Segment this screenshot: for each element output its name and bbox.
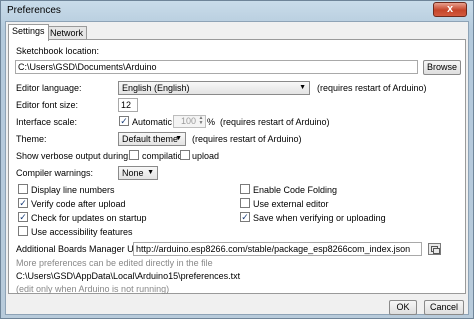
more-preferences-note: More preferences can be edited directly …	[16, 258, 213, 268]
tab-settings[interactable]: Settings	[8, 24, 49, 41]
spin-down-icon: ▼	[198, 120, 204, 126]
boards-url-field[interactable]: http://arduino.esp8266.com/stable/packag…	[133, 242, 422, 256]
edit-only-note: (edit only when Arduino is not running)	[16, 284, 170, 294]
chevron-down-icon: ▼	[175, 135, 182, 142]
cancel-button[interactable]: Cancel	[424, 300, 464, 315]
sketchbook-label: Sketchbook location:	[16, 46, 100, 56]
dialog-body: Settings Network Sketchbook location: C:…	[5, 21, 469, 315]
save-when-verifying-label: Save when verifying or uploading	[253, 213, 386, 223]
theme-note: (requires restart of Arduino)	[192, 134, 302, 144]
upload-checkbox[interactable]	[180, 150, 190, 160]
settings-panel: Sketchbook location: C:\Users\GSD\Docume…	[8, 39, 466, 294]
verbose-output-label: Show verbose output during:	[16, 151, 131, 161]
display-line-numbers-checkbox[interactable]	[18, 184, 28, 194]
external-editor-checkbox[interactable]	[240, 198, 250, 208]
spinner-arrows-icon: ▲ ▼	[197, 116, 205, 127]
code-folding-label: Enable Code Folding	[253, 185, 338, 195]
upload-label: upload	[192, 151, 220, 161]
open-url-list-icon[interactable]	[428, 243, 441, 255]
compiler-warnings-select[interactable]: None ▼	[118, 166, 158, 180]
verify-after-upload-checkbox[interactable]: ✓	[18, 198, 28, 208]
automatic-scale-checkbox[interactable]: ✓	[119, 116, 129, 126]
chevron-down-icon: ▼	[299, 84, 306, 91]
interface-scale-label: Interface scale:	[16, 117, 78, 127]
theme-select[interactable]: Default theme ▼	[118, 132, 186, 146]
tab-network[interactable]: Network	[46, 26, 88, 40]
browse-button[interactable]: Browse	[423, 60, 461, 75]
window-title: Preferences	[7, 5, 61, 16]
font-size-label: Editor font size:	[16, 100, 79, 110]
compilation-checkbox[interactable]	[129, 150, 139, 160]
title-bar[interactable]: Preferences x	[1, 1, 473, 21]
code-folding-checkbox[interactable]	[240, 184, 250, 194]
interface-scale-note: (requires restart of Arduino)	[220, 117, 330, 127]
editor-language-note: (requires restart of Arduino)	[317, 83, 427, 93]
check-updates-checkbox[interactable]: ✓	[18, 212, 28, 222]
verify-after-upload-label: Verify code after upload	[31, 199, 126, 209]
interface-scale-spinner: 100 ▲ ▼	[173, 115, 206, 128]
check-updates-label: Check for updates on startup	[31, 213, 147, 223]
editor-language-label: Editor language:	[16, 83, 82, 93]
chevron-down-icon: ▼	[147, 169, 154, 176]
editor-language-value: English (English)	[122, 83, 190, 93]
preferences-window: Preferences x Settings Network Sketchboo…	[0, 0, 474, 319]
preferences-file-path: C:\Users\GSD\AppData\Local\Arduino15\pre…	[16, 271, 241, 281]
accessibility-checkbox[interactable]	[18, 226, 28, 236]
scale-value: 100	[180, 116, 196, 126]
close-button[interactable]: x	[433, 2, 467, 17]
external-editor-label: Use external editor	[253, 199, 329, 209]
theme-value: Default theme	[122, 134, 179, 144]
display-line-numbers-label: Display line numbers	[31, 185, 115, 195]
ok-button[interactable]: OK	[389, 300, 417, 315]
sketchbook-location-field[interactable]: C:\Users\GSD\Documents\Arduino	[15, 60, 418, 74]
scale-unit: %	[207, 117, 216, 127]
compiler-warnings-label: Compiler warnings:	[16, 168, 94, 178]
accessibility-label: Use accessibility features	[31, 227, 133, 237]
font-size-field[interactable]: 12	[118, 98, 138, 112]
boards-url-label: Additional Boards Manager URLs:	[16, 244, 153, 254]
automatic-label: Automatic	[132, 117, 173, 127]
editor-language-select[interactable]: English (English) ▼	[118, 81, 310, 95]
compiler-warnings-value: None	[122, 168, 144, 178]
save-when-verifying-checkbox[interactable]: ✓	[240, 212, 250, 222]
theme-label: Theme:	[16, 134, 47, 144]
